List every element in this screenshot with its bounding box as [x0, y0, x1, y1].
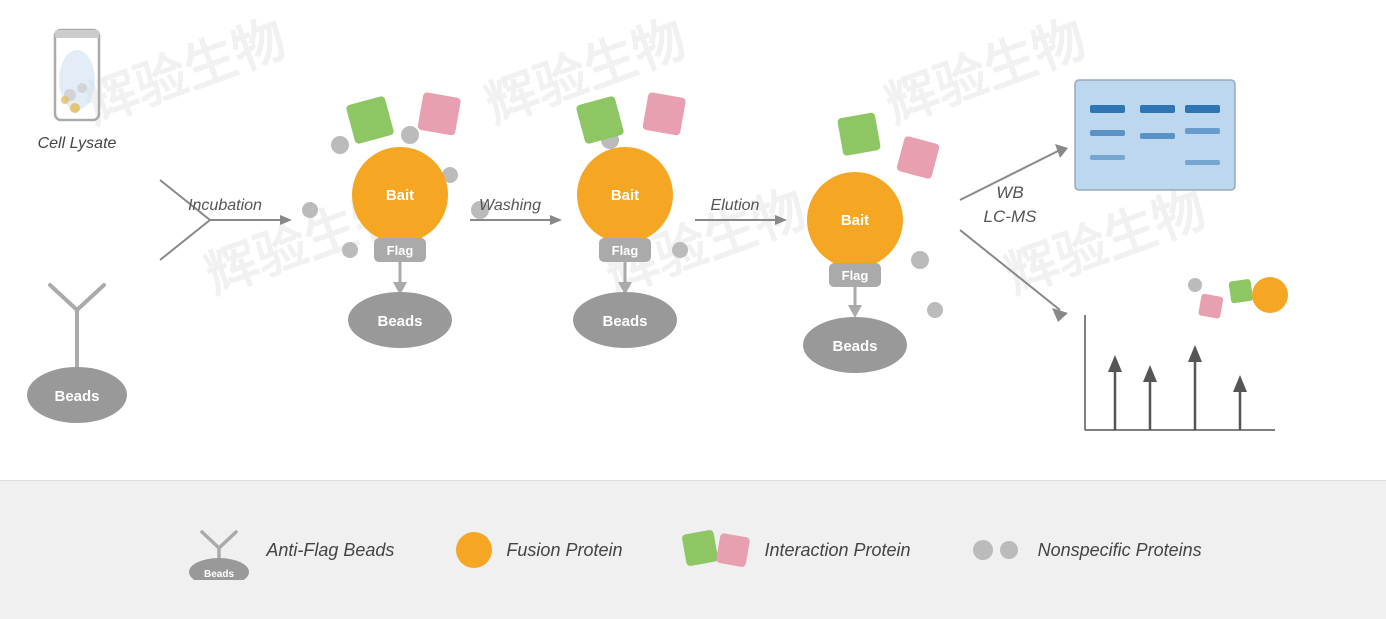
legend-fusion-icon [454, 530, 494, 570]
legend-anti-flag-beads: Beads Anti-Flag Beads [184, 520, 394, 580]
beads-label-4: Beads [832, 338, 877, 355]
bait-label-4: Bait [841, 212, 869, 229]
flag-label-4: Flag [842, 268, 869, 283]
legend-interaction-label: Interaction Protein [764, 540, 910, 561]
legend-bar: Beads Anti-Flag Beads Fusion Protein Int… [0, 480, 1386, 619]
beads-label-3: Beads [602, 313, 647, 330]
elution-label: Elution [711, 197, 760, 214]
lcms-label: LC-MS [984, 207, 1038, 226]
incubation-label: Incubation [188, 197, 262, 214]
washing-label: Washing [479, 197, 541, 214]
legend-fusion-label: Fusion Protein [506, 540, 622, 561]
legend-beads-icon: Beads [184, 520, 254, 580]
legend-nonspecific-icon [971, 535, 1026, 565]
legend-interaction-icon [682, 530, 752, 570]
flag-label-3: Flag [612, 243, 639, 258]
bait-label-3: Bait [611, 187, 639, 204]
bait-label-2: Bait [386, 187, 414, 204]
legend-fusion-protein: Fusion Protein [454, 530, 622, 570]
flag-label-2: Flag [387, 243, 414, 258]
legend-anti-flag-label: Anti-Flag Beads [266, 540, 394, 561]
beads-label-1: Beads [54, 388, 99, 405]
wb-label: WB [996, 183, 1023, 202]
legend-nonspecific: Nonspecific Proteins [971, 535, 1202, 565]
legend-interaction-protein: Interaction Protein [682, 530, 910, 570]
legend-nonspecific-label: Nonspecific Proteins [1038, 540, 1202, 561]
main-diagram: Cell Lysate Beads Incubation Bait Flag B… [0, 0, 1386, 480]
cell-lysate-label: Cell Lysate [38, 135, 117, 152]
svg-text:Beads: Beads [204, 569, 234, 580]
beads-label-2: Beads [377, 313, 422, 330]
